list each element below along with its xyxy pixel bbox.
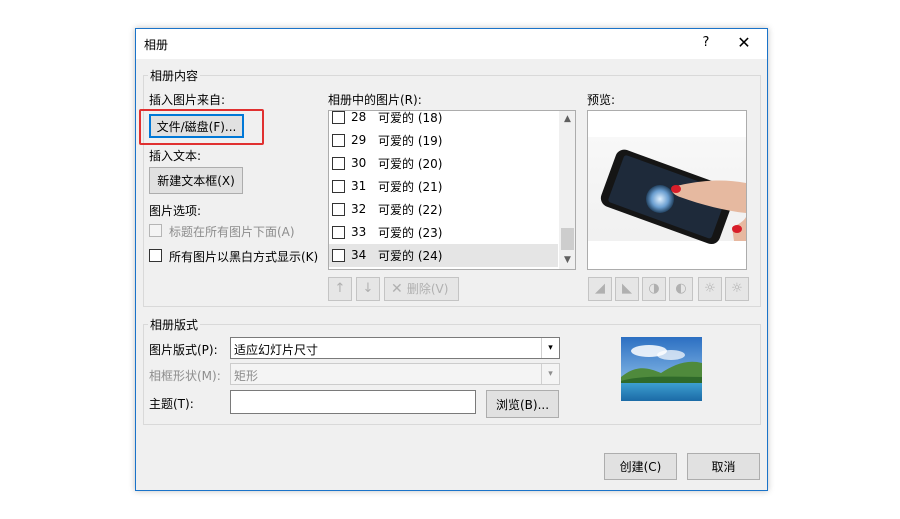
list-item-name: 可爱的 (24): [378, 249, 443, 263]
list-item-number: 32: [351, 202, 367, 216]
frame-shape-select[interactable]: 矩形 ▾: [230, 363, 560, 385]
arrow-down-icon[interactable]: ↓: [356, 277, 380, 301]
landscape-thumbnail: [621, 337, 702, 401]
list-item-number: 28: [351, 110, 367, 124]
insert-from-label: 插入图片来自:: [149, 93, 226, 107]
list-item-checkbox[interactable]: [332, 203, 345, 216]
delete-x-icon: ✕: [391, 281, 403, 297]
insert-text-label: 插入文本:: [149, 149, 202, 163]
contrast-up-icon[interactable]: ◑: [642, 277, 666, 301]
brightness-up-icon[interactable]: ☼: [698, 277, 722, 301]
layout-preview-image: [621, 337, 702, 401]
delete-button[interactable]: ✕ 删除(V): [384, 277, 459, 301]
scroll-thumb[interactable]: [561, 228, 574, 250]
list-item-name: 可爱的 (20): [378, 157, 443, 171]
title-bar: 相册 ? ✕: [136, 29, 767, 59]
list-item-checkbox[interactable]: [332, 180, 345, 193]
list-item-name: 可爱的 (22): [378, 203, 443, 217]
arrow-up-icon[interactable]: ↑: [328, 277, 352, 301]
theme-input[interactable]: [230, 390, 476, 414]
list-item[interactable]: 29 可爱的 (19): [329, 129, 558, 152]
preview-label: 预览:: [587, 93, 616, 107]
list-item-name: 可爱的 (18): [378, 111, 443, 125]
chevron-down-icon[interactable]: ▾: [541, 364, 559, 384]
album-layout-legend: 相册版式: [148, 316, 201, 333]
caption-below-checkbox[interactable]: [149, 224, 162, 237]
list-item-checkbox[interactable]: [332, 226, 345, 239]
picture-options-label: 图片选项:: [149, 204, 202, 218]
list-item-number: 31: [351, 179, 367, 193]
list-item[interactable]: 31 可爱的 (21): [329, 175, 558, 198]
preview-image: [587, 110, 747, 270]
list-item-number: 34: [351, 248, 367, 262]
close-icon[interactable]: ✕: [734, 33, 754, 53]
rotate-left-icon[interactable]: ◢: [588, 277, 612, 301]
list-item[interactable]: 30 可爱的 (20): [329, 152, 558, 175]
picture-layout-value: 适应幻灯片尺寸: [234, 343, 319, 357]
scroll-up-icon[interactable]: ▲: [559, 111, 575, 128]
theme-label: 主题(T):: [149, 397, 194, 411]
frame-shape-label: 相框形状(M):: [149, 369, 221, 383]
frame-shape-value: 矩形: [234, 369, 259, 383]
list-item-name: 可爱的 (19): [378, 134, 443, 148]
help-icon[interactable]: ?: [696, 33, 716, 53]
list-item[interactable]: 33 可爱的 (23): [329, 221, 558, 244]
all-bw-label: 所有图片以黑白方式显示(K): [169, 250, 319, 264]
list-item-number: 30: [351, 156, 367, 170]
file-disk-button[interactable]: 文件/磁盘(F)...: [149, 114, 244, 138]
dialog-title: 相册: [144, 38, 169, 52]
delete-label: 删除(V): [406, 282, 449, 296]
picture-layout-select[interactable]: 适应幻灯片尺寸 ▾: [230, 337, 560, 359]
list-item[interactable]: 28 可爱的 (18): [329, 110, 558, 129]
all-bw-checkbox[interactable]: [149, 249, 162, 262]
picture-layout-label: 图片版式(P):: [149, 343, 218, 357]
chevron-down-icon[interactable]: ▾: [541, 338, 559, 358]
list-item-name: 可爱的 (23): [378, 226, 443, 240]
list-item-checkbox[interactable]: [332, 249, 345, 262]
create-button[interactable]: 创建(C): [604, 453, 677, 480]
contrast-down-icon[interactable]: ◐: [669, 277, 693, 301]
list-item-name: 可爱的 (21): [378, 180, 443, 194]
list-item-checkbox[interactable]: [332, 111, 345, 124]
phone-photo: [588, 137, 746, 245]
caption-below-label: 标题在所有图片下面(A): [169, 225, 295, 239]
browse-button[interactable]: 浏览(B)...: [486, 390, 559, 418]
new-textbox-button[interactable]: 新建文本框(X): [149, 167, 243, 194]
list-item-checkbox[interactable]: [332, 134, 345, 147]
picture-list-label: 相册中的图片(R):: [328, 93, 422, 107]
rotate-right-icon[interactable]: ◣: [615, 277, 639, 301]
cancel-button[interactable]: 取消: [687, 453, 760, 480]
list-item[interactable]: 32 可爱的 (22): [329, 198, 558, 221]
list-scrollbar[interactable]: ▲ ▼: [559, 111, 575, 269]
list-item-checkbox[interactable]: [332, 157, 345, 170]
list-item-number: 29: [351, 133, 367, 147]
photo-album-dialog: 相册 ? ✕ 相册内容 插入图片来自: 文件/磁盘(F)... 插入文本: 新建…: [135, 28, 768, 491]
scroll-down-icon[interactable]: ▼: [559, 252, 575, 269]
picture-list[interactable]: 28 可爱的 (18) 29 可爱的 (19) 30 可爱的 (20) 31 可…: [328, 110, 576, 270]
album-content-legend: 相册内容: [148, 67, 201, 84]
list-item-number: 33: [351, 225, 367, 239]
list-item-selected[interactable]: 34 可爱的 (24): [329, 244, 558, 267]
brightness-down-icon[interactable]: ☼: [725, 277, 749, 301]
